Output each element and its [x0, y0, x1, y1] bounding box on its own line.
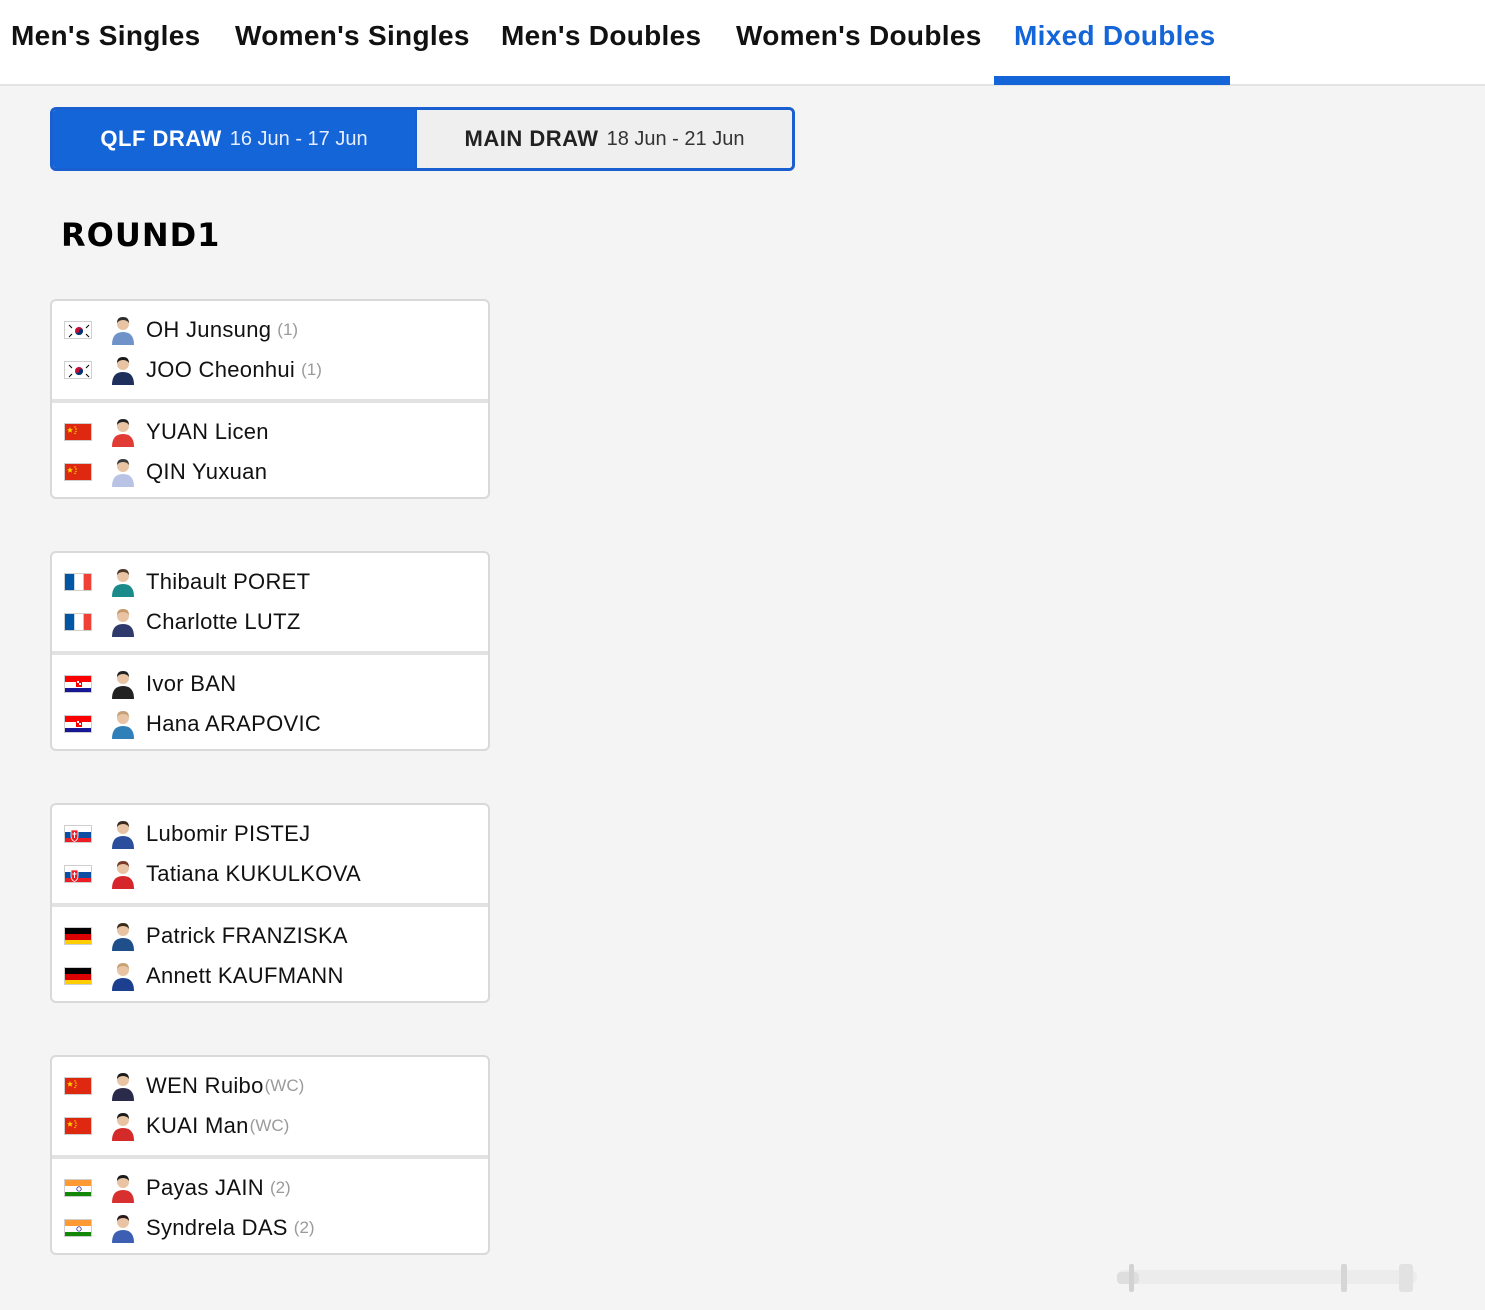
team-row[interactable]: Patrick FRANZISKA Annett KAUFMANN: [52, 903, 488, 1001]
team-row[interactable]: Payas JAIN (2) Syndrela DAS (2): [52, 1155, 488, 1253]
flag-ind-icon: [64, 1219, 92, 1237]
player-name[interactable]: Patrick FRANZISKA: [146, 923, 348, 949]
player-name[interactable]: Annett KAUFMANN: [146, 963, 344, 989]
flag-ind-icon: [64, 1179, 92, 1197]
player-row: Payas JAIN (2): [52, 1168, 488, 1208]
qlf-draw-dates: 16 Jun - 17 Jun: [229, 127, 368, 150]
flag-chn-icon: [64, 423, 92, 441]
tab-womens-doubles[interactable]: Women's Doubles: [736, 0, 982, 86]
player-row: YUAN Licen: [52, 412, 488, 452]
tab-womens-singles[interactable]: Women's Singles: [235, 0, 470, 86]
flag-fra-icon: [64, 573, 92, 591]
player-row: Lubomir PISTEJ: [52, 814, 488, 854]
qlf-draw-label: QLF DRAW: [100, 126, 222, 151]
flag-svk-icon: [64, 825, 92, 843]
player-name[interactable]: Thibault PORET: [146, 569, 310, 595]
player-name[interactable]: Charlotte LUTZ: [146, 609, 301, 635]
player-avatar-icon: [110, 355, 136, 385]
match-card[interactable]: Lubomir PISTEJ Tatiana KUKULKOVA Patrick F…: [50, 803, 490, 1003]
seed-badge: (2): [269, 1178, 291, 1197]
flag-fra-icon: [64, 613, 92, 631]
player-avatar-icon: [110, 859, 136, 889]
flag-chn-icon: [64, 463, 92, 481]
team-row[interactable]: YUAN Licen QIN Yuxuan: [52, 399, 488, 497]
player-name[interactable]: OH Junsung: [146, 317, 271, 343]
player-row: Thibault PORET: [52, 562, 488, 602]
player-avatar-icon: [110, 921, 136, 951]
player-name[interactable]: Syndrela DAS: [146, 1215, 288, 1241]
team-row[interactable]: Thibault PORET Charlotte LUTZ: [52, 553, 488, 651]
flag-ger-icon: [64, 967, 92, 985]
tab-mens-singles[interactable]: Men's Singles: [11, 0, 201, 86]
player-row: Patrick FRANZISKA: [52, 916, 488, 956]
tab-mens-doubles[interactable]: Men's Doubles: [501, 0, 701, 86]
player-row: KUAI Man (WC): [52, 1106, 488, 1146]
player-avatar-icon: [110, 1173, 136, 1203]
player-row: Tatiana KUKULKOVA: [52, 854, 488, 894]
player-avatar-icon: [110, 1213, 136, 1243]
player-avatar-icon: [110, 669, 136, 699]
flag-kor-icon: [64, 361, 92, 379]
player-avatar-icon: [110, 457, 136, 487]
active-tab-indicator: [994, 76, 1230, 85]
player-avatar-icon: [110, 709, 136, 739]
player-name[interactable]: Ivor BAN: [146, 671, 236, 697]
main-draw-label: MAIN DRAW: [464, 126, 599, 151]
team-row[interactable]: Ivor BAN Hana ARAPOVIC: [52, 651, 488, 749]
player-avatar-icon: [110, 961, 136, 991]
player-avatar-icon: [110, 1071, 136, 1101]
flag-ger-icon: [64, 927, 92, 945]
player-row: JOO Cheonhui (1): [52, 350, 488, 390]
player-row: Syndrela DAS (2): [52, 1208, 488, 1248]
player-row: Hana ARAPOVIC: [52, 704, 488, 744]
player-row: Annett KAUFMANN: [52, 956, 488, 996]
match-card[interactable]: Thibault PORET Charlotte LUTZ Ivor BAN Hana…: [50, 551, 490, 751]
player-name[interactable]: YUAN Licen: [146, 419, 269, 445]
flag-cro-icon: [64, 675, 92, 693]
seed-badge: (2): [293, 1218, 315, 1237]
player-name[interactable]: Lubomir PISTEJ: [146, 821, 310, 847]
flag-svk-icon: [64, 865, 92, 883]
qlf-draw-button[interactable]: QLF DRAW 16 Jun - 17 Jun: [53, 110, 415, 168]
player-name[interactable]: JOO Cheonhui: [146, 357, 295, 383]
main-draw-button[interactable]: MAIN DRAW 18 Jun - 21 Jun: [415, 110, 792, 168]
player-avatar-icon: [110, 1111, 136, 1141]
scroll-handle[interactable]: [1115, 1262, 1425, 1294]
player-name[interactable]: Tatiana KUKULKOVA: [146, 861, 361, 887]
player-row: OH Junsung (1): [52, 310, 488, 350]
flag-chn-icon: [64, 1077, 92, 1095]
match-card[interactable]: WEN Ruibo (WC) KUAI Man (WC) Payas JAIN (2) Sy…: [50, 1055, 490, 1255]
main-draw-dates: 18 Jun - 21 Jun: [606, 127, 745, 150]
match-card[interactable]: OH Junsung (1) JOO Cheonhui (1) YUAN Licen QI…: [50, 299, 490, 499]
player-avatar-icon: [110, 567, 136, 597]
player-row: Charlotte LUTZ: [52, 602, 488, 642]
seed-badge: (WC): [249, 1116, 290, 1135]
team-row[interactable]: Lubomir PISTEJ Tatiana KUKULKOVA: [52, 805, 488, 903]
flag-chn-icon: [64, 1117, 92, 1135]
player-row: QIN Yuxuan: [52, 452, 488, 492]
flag-cro-icon: [64, 715, 92, 733]
player-avatar-icon: [110, 607, 136, 637]
player-name[interactable]: Payas JAIN: [146, 1175, 264, 1201]
player-name[interactable]: QIN Yuxuan: [146, 459, 267, 485]
player-avatar-icon: [110, 315, 136, 345]
tab-mixed-doubles[interactable]: Mixed Doubles: [1014, 0, 1216, 86]
team-row[interactable]: OH Junsung (1) JOO Cheonhui (1): [52, 301, 488, 399]
seed-badge: (WC): [264, 1076, 305, 1095]
flag-kor-icon: [64, 321, 92, 339]
player-row: Ivor BAN: [52, 664, 488, 704]
team-row[interactable]: WEN Ruibo (WC) KUAI Man (WC): [52, 1057, 488, 1155]
seed-badge: (1): [301, 360, 322, 379]
player-name[interactable]: Hana ARAPOVIC: [146, 711, 321, 737]
event-tabs: Men's Singles Women's Singles Men's Doub…: [0, 0, 1485, 86]
player-avatar-icon: [110, 819, 136, 849]
round-title: ROUND1: [61, 216, 221, 254]
player-avatar-icon: [110, 417, 136, 447]
draw-toggle: QLF DRAW 16 Jun - 17 Jun MAIN DRAW 18 Ju…: [50, 107, 795, 171]
player-name[interactable]: WEN Ruibo: [146, 1073, 264, 1099]
seed-badge: (1): [277, 320, 299, 339]
player-name[interactable]: KUAI Man: [146, 1113, 249, 1139]
player-row: WEN Ruibo (WC): [52, 1066, 488, 1106]
